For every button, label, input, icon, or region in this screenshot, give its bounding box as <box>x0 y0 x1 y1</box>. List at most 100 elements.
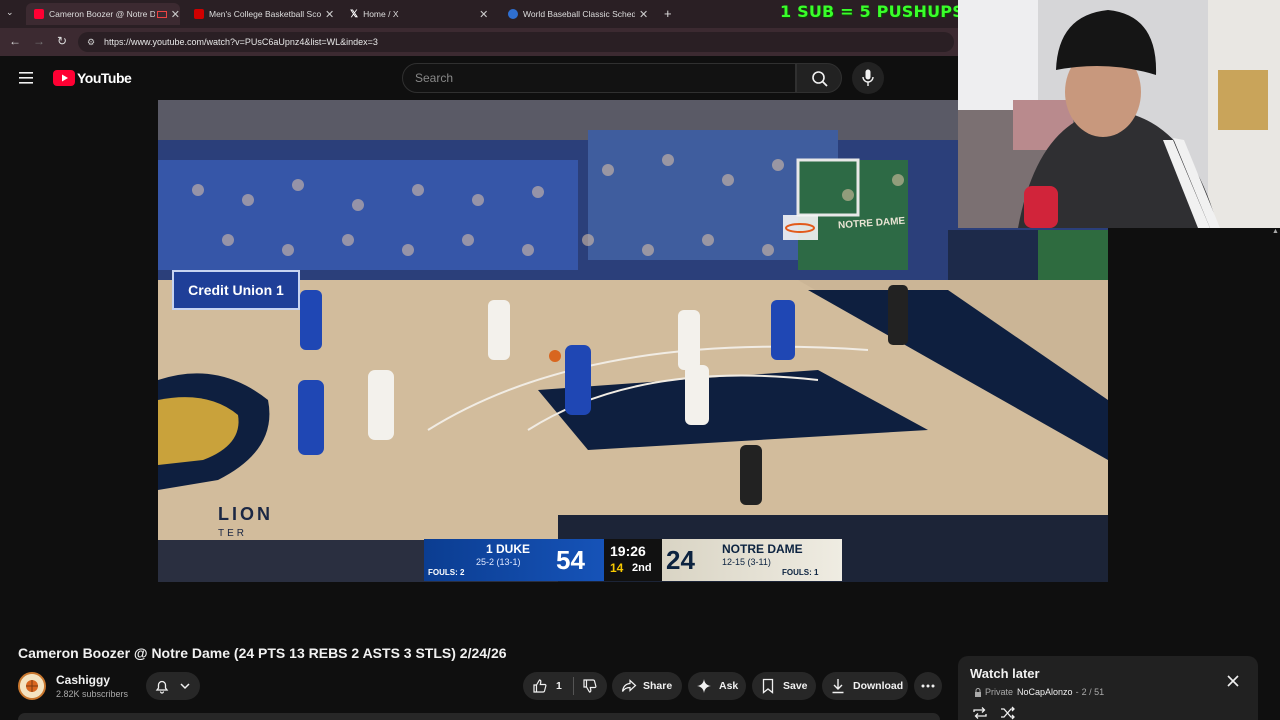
shuffle-icon[interactable] <box>1000 706 1016 720</box>
download-button[interactable]: Download <box>822 672 908 700</box>
ask-label: Ask <box>719 680 739 692</box>
tab-x-home[interactable]: 𝕏 Home / X ✕ <box>342 3 496 25</box>
save-button[interactable]: Save <box>752 672 816 700</box>
home-team-panel: 1 DUKE 25-2 (13-1) FOULS: 2 54 <box>424 539 604 581</box>
reload-icon[interactable]: ↻ <box>57 34 67 48</box>
media-cast-icon <box>157 10 167 18</box>
streamer-webcam <box>958 0 1280 228</box>
back-arrow-icon[interactable]: ← <box>9 34 21 48</box>
playlist-owner[interactable]: NoCapAlonzo <box>1017 687 1073 697</box>
download-icon <box>832 679 844 694</box>
bookmark-icon <box>762 678 774 694</box>
share-label: Share <box>643 680 673 692</box>
youtube-favicon-icon <box>34 9 44 19</box>
search-button[interactable] <box>796 63 842 93</box>
dislike-button[interactable] <box>574 672 598 700</box>
more-horizontal-icon <box>921 684 935 688</box>
loop-icon[interactable] <box>972 706 988 720</box>
description-box-edge[interactable] <box>18 713 940 720</box>
tab-title: Cameron Boozer @ Notre D <box>49 9 156 19</box>
bell-icon <box>155 680 169 694</box>
search-input[interactable]: Search <box>402 63 796 93</box>
playlist-title[interactable]: Watch later <box>970 666 1040 681</box>
away-team-record: 12-15 (3-11) <box>722 557 771 567</box>
home-score: 54 <box>556 545 585 575</box>
youtube-header: YouTube Search <box>0 58 958 100</box>
score-bug: 1 DUKE 25-2 (13-1) FOULS: 2 54 19:26 14 … <box>424 539 842 581</box>
away-team-fouls: FOULS: 1 <box>782 568 819 577</box>
microphone-icon <box>862 69 874 86</box>
youtube-logo[interactable]: YouTube <box>53 70 132 86</box>
court-lettering-sub-text: TER <box>218 528 247 539</box>
home-team-record: 25-2 (13-1) <box>476 557 521 567</box>
share-button[interactable]: Share <box>612 672 682 700</box>
home-team-name: 1 DUKE <box>486 542 531 556</box>
channel-avatar-icon <box>20 674 44 698</box>
espn-favicon-icon <box>194 9 204 19</box>
tab-youtube[interactable]: Cameron Boozer @ Notre D ✕ <box>26 3 180 25</box>
close-tab-icon[interactable]: ✕ <box>639 8 648 21</box>
subscriber-count: 2.82K subscribers <box>56 689 129 699</box>
thumbs-down-icon <box>583 679 597 693</box>
url-text: https://www.youtube.com/watch?v=PUsC6aUp… <box>104 37 378 47</box>
court-lettering: LION <box>218 504 273 525</box>
tab-title: Home / X <box>363 9 399 19</box>
save-label: Save <box>783 680 808 692</box>
like-button[interactable]: 1 <box>523 672 573 700</box>
new-tab-button[interactable]: + <box>664 6 672 21</box>
close-tab-icon[interactable]: ✕ <box>479 8 488 21</box>
playlist-privacy: Private <box>985 687 1014 697</box>
download-label: Download <box>853 680 904 692</box>
chevron-down-icon <box>180 683 190 690</box>
youtube-logo-text: YouTube <box>77 70 132 86</box>
arena-banner: Credit Union 1 <box>172 270 300 310</box>
shot-clock: 14 <box>610 561 624 575</box>
ask-button[interactable]: Ask <box>688 672 746 700</box>
lock-icon <box>975 687 981 697</box>
court-lettering-text: LION <box>218 504 273 524</box>
game-clock: 19:26 <box>610 543 646 559</box>
tab-list-chevron-icon[interactable]: ⌄ <box>6 7 14 18</box>
away-score: 24 <box>666 545 695 575</box>
channel-avatar[interactable] <box>18 672 46 700</box>
tab-world-baseball-classic[interactable]: World Baseball Classic Schedule ✕ <box>500 3 656 25</box>
share-icon <box>621 679 637 692</box>
tab-mens-college-basketball[interactable]: Men's College Basketball Score ✕ <box>186 3 340 25</box>
page-scrollbar[interactable]: ▲ <box>1272 228 1279 235</box>
clock-panel: 19:26 14 2nd <box>604 539 662 581</box>
video-title: Cameron Boozer @ Notre Dame (24 PTS 13 R… <box>18 645 507 661</box>
separator: - <box>1075 687 1079 697</box>
voice-search-button[interactable] <box>852 62 884 94</box>
sparkle-icon <box>697 679 711 693</box>
playlist-meta: Private NoCapAlonzo - 2 / 51 <box>974 687 1104 697</box>
youtube-play-logo-icon <box>53 70 75 86</box>
like-count: 1 <box>556 680 562 692</box>
away-team-name: NOTRE DAME <box>722 542 803 556</box>
thumbs-up-icon <box>533 679 547 693</box>
more-actions-button[interactable] <box>914 672 942 700</box>
arena-banner-text: Credit Union 1 <box>188 282 284 298</box>
close-icon[interactable] <box>1226 674 1240 688</box>
like-dislike-group: 1 <box>523 672 607 700</box>
x-logo-icon: 𝕏 <box>350 8 359 20</box>
webcam-frame <box>958 0 1280 228</box>
forward-arrow-icon[interactable]: → <box>33 34 45 48</box>
tab-title: Men's College Basketball Score <box>209 9 321 19</box>
game-period: 2nd <box>632 562 652 574</box>
browser-toolbar: ← → ↻ ⚙ https://www.youtube.com/watch?v=… <box>0 28 958 56</box>
close-tab-icon[interactable]: ✕ <box>325 8 334 21</box>
playlist-position: 2 / 51 <box>1081 687 1105 697</box>
address-bar[interactable]: ⚙ https://www.youtube.com/watch?v=PUsC6a… <box>78 32 954 52</box>
menu-icon[interactable] <box>18 71 34 85</box>
home-team-fouls: FOULS: 2 <box>428 568 465 577</box>
site-info-icon[interactable]: ⚙ <box>87 32 95 52</box>
tab-title: World Baseball Classic Schedule <box>523 9 635 19</box>
close-tab-icon[interactable]: ✕ <box>171 8 180 21</box>
notifications-button[interactable] <box>146 672 200 700</box>
stream-promo-text: 1 SUB = 5 PUSHUPS <box>780 2 964 21</box>
court-lettering-sub: TER <box>218 528 247 539</box>
channel-name[interactable]: Cashiggy <box>56 673 110 687</box>
playlist-panel: Watch later Private NoCapAlonzo - 2 / 51 <box>958 656 1258 720</box>
away-team-panel: 24 NOTRE DAME 12-15 (3-11) FOULS: 1 <box>662 539 842 581</box>
mlb-favicon-icon <box>508 9 518 19</box>
